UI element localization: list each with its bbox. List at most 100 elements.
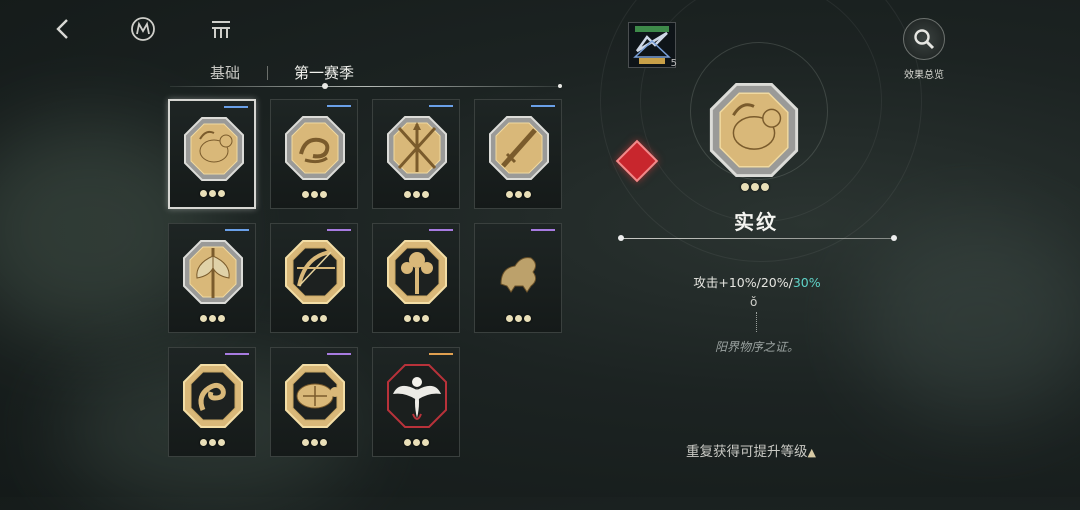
- level-dots: [373, 315, 459, 322]
- list-icon: [212, 21, 230, 38]
- level-dot: [319, 315, 327, 322]
- rarity-bar: [327, 105, 351, 107]
- level-dot: [199, 439, 207, 446]
- tree-emblem-icon: [387, 240, 447, 304]
- rarity-bar: [531, 229, 555, 231]
- lore-text: 阳界物序之证。: [714, 340, 799, 354]
- attack-stat-prefix: 攻击+10%/20%/: [693, 275, 793, 290]
- back-button[interactable]: [48, 14, 78, 44]
- rarity-bar: [429, 105, 453, 107]
- attack-stat-current: 30%: [792, 275, 821, 290]
- emblem-card-cloud[interactable]: [168, 347, 256, 457]
- level-dots: [373, 439, 459, 446]
- effect-overview-button[interactable]: 效果总览: [896, 18, 952, 81]
- emblem-card-axe[interactable]: [168, 223, 256, 333]
- emblem-card-beast[interactable]: [168, 99, 256, 209]
- rarity-bar: [429, 353, 453, 355]
- selected-level-dots: [741, 183, 769, 191]
- repeat-hint: 重复获得可提升等级▲: [686, 440, 816, 460]
- tab-season-one[interactable]: 第一赛季: [294, 62, 354, 83]
- ornament-line: [756, 312, 758, 332]
- level-dot: [310, 191, 318, 198]
- emblem-name: 实纹: [734, 210, 778, 234]
- level-dot: [505, 191, 513, 198]
- level-dot: [310, 315, 318, 322]
- repeat-hint-text: 重复获得可提升等级: [686, 444, 808, 460]
- level-dot: [412, 439, 420, 446]
- level-dot: [514, 315, 522, 322]
- tab-active-dot: [322, 83, 328, 89]
- level-dot: [217, 439, 225, 446]
- level-dot: [319, 439, 327, 446]
- m-medal-icon: [131, 17, 155, 41]
- rarity-bar: [224, 106, 248, 108]
- up-triangle-icon: ▲: [807, 446, 816, 459]
- medal-button[interactable]: [128, 14, 158, 44]
- rarity-bar: [327, 353, 351, 355]
- emblem-card-sword[interactable]: [474, 99, 562, 209]
- overview-circle: [903, 18, 945, 60]
- cloud-emblem-icon: [183, 364, 243, 428]
- level-dot: [403, 315, 411, 322]
- rarity-bar: [531, 105, 555, 107]
- level-dot: [403, 191, 411, 198]
- rank-badge-number: 5: [670, 58, 677, 69]
- emblem-card-phoenix[interactable]: [372, 347, 460, 457]
- level-dot: [208, 315, 216, 322]
- list-button[interactable]: [206, 14, 236, 44]
- level-dot: [199, 190, 207, 197]
- level-dot: [741, 183, 749, 191]
- level-dots: [373, 191, 459, 198]
- emblem-card-dragon[interactable]: [270, 99, 358, 209]
- level-dot: [301, 439, 309, 446]
- divider-dot-left: [618, 235, 624, 241]
- level-dot: [523, 315, 531, 322]
- rarity-bar: [225, 353, 249, 355]
- effect-overview-label: 效果总览: [904, 70, 944, 81]
- tab-end-dot: [558, 84, 562, 88]
- emblem-card-qilin[interactable]: [474, 223, 562, 333]
- arrows-emblem-icon: [387, 116, 447, 180]
- level-dot: [505, 315, 513, 322]
- emblem-card-arrows[interactable]: [372, 99, 460, 209]
- rank-badge[interactable]: 5: [628, 22, 677, 69]
- beast-emblem-icon: [184, 117, 244, 181]
- level-dots: [475, 315, 561, 322]
- dragon-emblem-icon: [285, 116, 345, 180]
- turtle-emblem-icon: [285, 364, 345, 428]
- tab-separator: [267, 66, 268, 80]
- level-dot: [751, 183, 759, 191]
- selected-emblem: [709, 82, 799, 178]
- rarity-bar: [225, 229, 249, 231]
- level-dots: [271, 315, 357, 322]
- level-dots: [169, 315, 255, 322]
- level-dot: [523, 191, 531, 198]
- rank-badge-icon: [633, 26, 671, 64]
- level-dots: [170, 190, 254, 197]
- rarity-bar: [327, 229, 351, 231]
- sword-emblem-icon: [489, 116, 549, 180]
- level-dot: [208, 190, 216, 197]
- season-tabs: 基础 第一赛季: [170, 62, 562, 89]
- level-dot: [403, 439, 411, 446]
- emblem-card-bow[interactable]: [270, 223, 358, 333]
- level-dot: [199, 315, 207, 322]
- level-dot: [514, 191, 522, 198]
- level-dot: [412, 315, 420, 322]
- axe-emblem-icon: [183, 240, 243, 304]
- level-dot: [761, 183, 769, 191]
- magnifier-icon: [914, 29, 935, 50]
- bow-emblem-icon: [285, 240, 345, 304]
- level-dot: [421, 439, 429, 446]
- ornament-symbol: ŏ: [750, 295, 758, 309]
- emblem-card-turtle[interactable]: [270, 347, 358, 457]
- back-arrow-icon: [56, 19, 68, 39]
- level-dots: [271, 191, 357, 198]
- level-dot: [208, 439, 216, 446]
- attack-stat: 攻击+10%/20%/30%: [650, 272, 864, 291]
- emblem-card-tree[interactable]: [372, 223, 460, 333]
- tab-basic[interactable]: 基础: [210, 62, 240, 83]
- level-dot: [319, 191, 327, 198]
- phoenix-emblem-icon: [387, 364, 447, 428]
- rarity-bar: [429, 229, 453, 231]
